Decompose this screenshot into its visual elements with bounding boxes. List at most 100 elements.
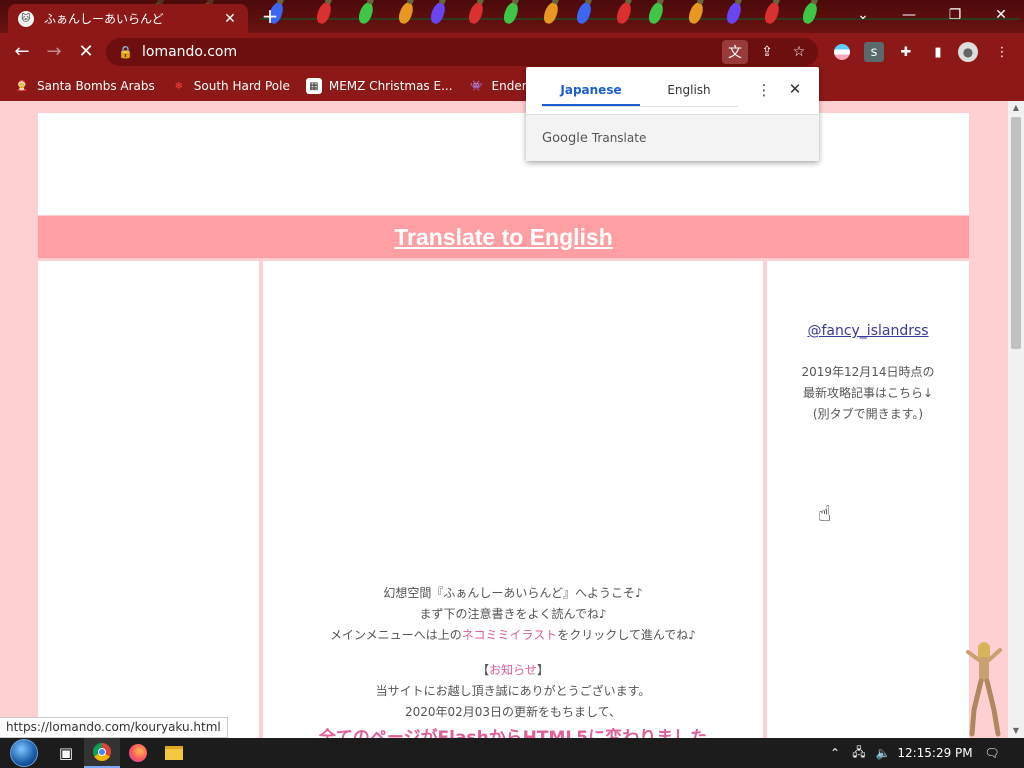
- light-bulb-icon: [574, 0, 594, 26]
- extension-flag-icon[interactable]: [832, 42, 852, 62]
- bookmark-item[interactable]: ❄ South Hard Pole: [171, 78, 290, 94]
- light-bulb-icon: [646, 0, 666, 26]
- translate-footer: Google Translate: [526, 114, 819, 161]
- forward-button[interactable]: →: [42, 41, 66, 63]
- taskbar-firefox-icon[interactable]: [120, 738, 156, 768]
- light-bulb-icon: [466, 0, 486, 26]
- news-line: 当サイトにお越し頂き誠にありがとうございます。: [375, 684, 651, 698]
- light-bulb-icon: [800, 0, 820, 26]
- network-icon[interactable]: 🖧: [848, 738, 870, 768]
- light-bulb-icon: [501, 0, 521, 26]
- task-view-icon[interactable]: ▣: [48, 738, 84, 768]
- scroll-thumb[interactable]: [1011, 117, 1021, 349]
- tab-title: ふぁんしーあいらんど: [44, 12, 164, 26]
- share-icon[interactable]: ⇪: [754, 40, 780, 64]
- extensions-puzzle-icon[interactable]: ✚: [896, 42, 916, 62]
- bookmarks-bar: 🤶 Santa Bombs Arabs ❄ South Hard Pole ▦ …: [0, 71, 1024, 101]
- profile-avatar-icon[interactable]: ●: [958, 42, 978, 62]
- volume-icon[interactable]: 🔈: [872, 738, 894, 768]
- right-column: @fancy_islandrss 2019年12月14日時点の 最新攻略記事はこ…: [767, 261, 969, 738]
- bookmark-santa-icon: 🤶: [15, 80, 29, 92]
- start-button[interactable]: [0, 738, 48, 768]
- menu-kebab-icon[interactable]: ⋮: [992, 42, 1012, 62]
- translate-popup: Japanese English ⋮ ✕ Google Translate: [526, 67, 819, 161]
- flash-to-html5-notice: 全てのページがFlashからHTML5に変わりました: [318, 728, 708, 738]
- site-header: [38, 113, 969, 215]
- page-viewport: Translate to English 幻想空間『ふぁんしーあいらんど』へよう…: [0, 101, 1008, 738]
- welcome-line: まず下の注意書きをよく読んでね♪: [419, 607, 607, 621]
- bookmark-item[interactable]: ▦ MEMZ Christmas E...: [305, 78, 453, 94]
- status-bar-url: https://lomando.com/kouryaku.html: [0, 717, 228, 738]
- light-bulb-icon: [614, 0, 634, 26]
- taskbar-clock[interactable]: 12:15:29 PM: [896, 738, 974, 768]
- stop-loading-button[interactable]: ✕: [74, 41, 98, 63]
- tab-strip: 🐱 ふぁんしーあいらんど ✕ + ⌄ — ❐ ✕: [0, 0, 1024, 33]
- minimize-button[interactable]: —: [886, 0, 932, 30]
- taskbar-file-explorer-icon[interactable]: [156, 738, 192, 768]
- nekomimi-illust-link[interactable]: ネコミミイラスト: [462, 628, 558, 642]
- bookmark-memz-icon: ▦: [305, 78, 322, 94]
- bookmark-item[interactable]: 🤶 Santa Bombs Arabs: [14, 78, 155, 94]
- news-section: 【お知らせ】 当サイトにお越し頂き誠にありがとうございます。 2020年02月0…: [263, 660, 763, 723]
- bookmark-star-icon[interactable]: ☆: [786, 40, 812, 64]
- back-button[interactable]: ←: [10, 41, 34, 63]
- tab-close-icon[interactable]: ✕: [222, 11, 238, 27]
- light-bulb-icon: [724, 0, 744, 26]
- notice-line: 最新攻略記事はこちら↓: [802, 386, 934, 400]
- restore-button[interactable]: ❐: [932, 0, 978, 30]
- tab-search-chevron-icon[interactable]: ⌄: [840, 0, 886, 30]
- twitter-link[interactable]: @fancy_islandrss: [767, 323, 969, 339]
- translate-close-icon[interactable]: ✕: [786, 80, 804, 100]
- welcome-line: 幻想空間『ふぁんしーあいらんど』へようこそ♪: [383, 586, 643, 600]
- taskbar-chrome-icon[interactable]: [84, 738, 120, 768]
- news-bracket: 】: [536, 663, 549, 677]
- windows-orb-icon: [10, 739, 38, 767]
- active-tab[interactable]: 🐱 ふぁんしーあいらんど ✕: [8, 4, 248, 33]
- welcome-line: メインメニューへは上のネコミミイラストをクリックして進んでね♪: [263, 625, 763, 646]
- light-bulb-icon: [428, 0, 448, 26]
- url-text: lomando.com: [142, 44, 238, 60]
- main-column: 幻想空間『ふぁんしーあいらんど』へようこそ♪ まず下の注意書きをよく読んでね♪ …: [263, 261, 763, 738]
- translate-language-tabs: Japanese English: [542, 77, 738, 107]
- news-heading: 【お知らせ】: [263, 660, 763, 681]
- scroll-up-arrow-icon[interactable]: ▲: [1008, 101, 1024, 115]
- address-bar[interactable]: 🔒 lomando.com 文 ⇪ ☆: [106, 38, 818, 66]
- vertical-scrollbar[interactable]: ▲ ▼: [1008, 101, 1024, 738]
- left-column: [38, 261, 259, 738]
- light-bulb-icon: [686, 0, 706, 26]
- tab-favicon-icon: 🐱: [18, 10, 34, 27]
- new-tab-button[interactable]: +: [258, 6, 282, 28]
- close-window-button[interactable]: ✕: [978, 0, 1024, 30]
- translate-label: Translate: [591, 131, 647, 145]
- tab-japanese[interactable]: Japanese: [542, 77, 640, 106]
- translate-options-kebab-icon[interactable]: ⋮: [756, 81, 772, 101]
- bookmark-snowflake-icon: ❄: [174, 80, 183, 92]
- tray-chevron-up-icon[interactable]: ⌃: [824, 738, 846, 768]
- news-bracket: 【: [477, 663, 490, 677]
- notice-line: (別タブで開きます。): [812, 407, 924, 421]
- light-bulb-icon: [762, 0, 782, 26]
- light-bulb-icon: [356, 0, 376, 26]
- welcome-line-text: メインメニューへは上の: [330, 628, 462, 642]
- news-title: お知らせ: [489, 663, 537, 677]
- windows-taskbar: ▣: [0, 738, 1024, 768]
- extension-s-icon[interactable]: s: [864, 42, 884, 62]
- translate-icon[interactable]: 文: [722, 40, 748, 64]
- translate-banner: Translate to English: [38, 216, 969, 258]
- latest-article-notice[interactable]: 2019年12月14日時点の 最新攻略記事はこちら↓ (別タブで開きます。): [767, 362, 969, 425]
- lock-icon[interactable]: 🔒: [118, 45, 133, 59]
- news-line: 2020年02月03日の更新をもちまして、: [404, 705, 622, 719]
- bookmark-label: South Hard Pole: [193, 79, 290, 93]
- tab-english[interactable]: English: [640, 77, 738, 106]
- welcome-line-text: をクリックして進んでね♪: [557, 628, 696, 642]
- bookmark-label: MEMZ Christmas E...: [328, 79, 453, 93]
- hand-cursor-icon: ☝: [818, 502, 832, 527]
- bookmark-endermanch-icon: 👾: [470, 80, 483, 92]
- google-logo-text: Google: [542, 130, 588, 146]
- light-bulb-icon: [314, 0, 334, 26]
- side-panel-icon[interactable]: ▮: [928, 42, 948, 62]
- scroll-down-arrow-icon[interactable]: ▼: [1008, 724, 1024, 738]
- notice-line: 2019年12月14日時点の: [801, 365, 935, 379]
- notifications-icon[interactable]: 🗨: [980, 738, 1004, 768]
- translate-to-english-link[interactable]: Translate to English: [394, 224, 613, 251]
